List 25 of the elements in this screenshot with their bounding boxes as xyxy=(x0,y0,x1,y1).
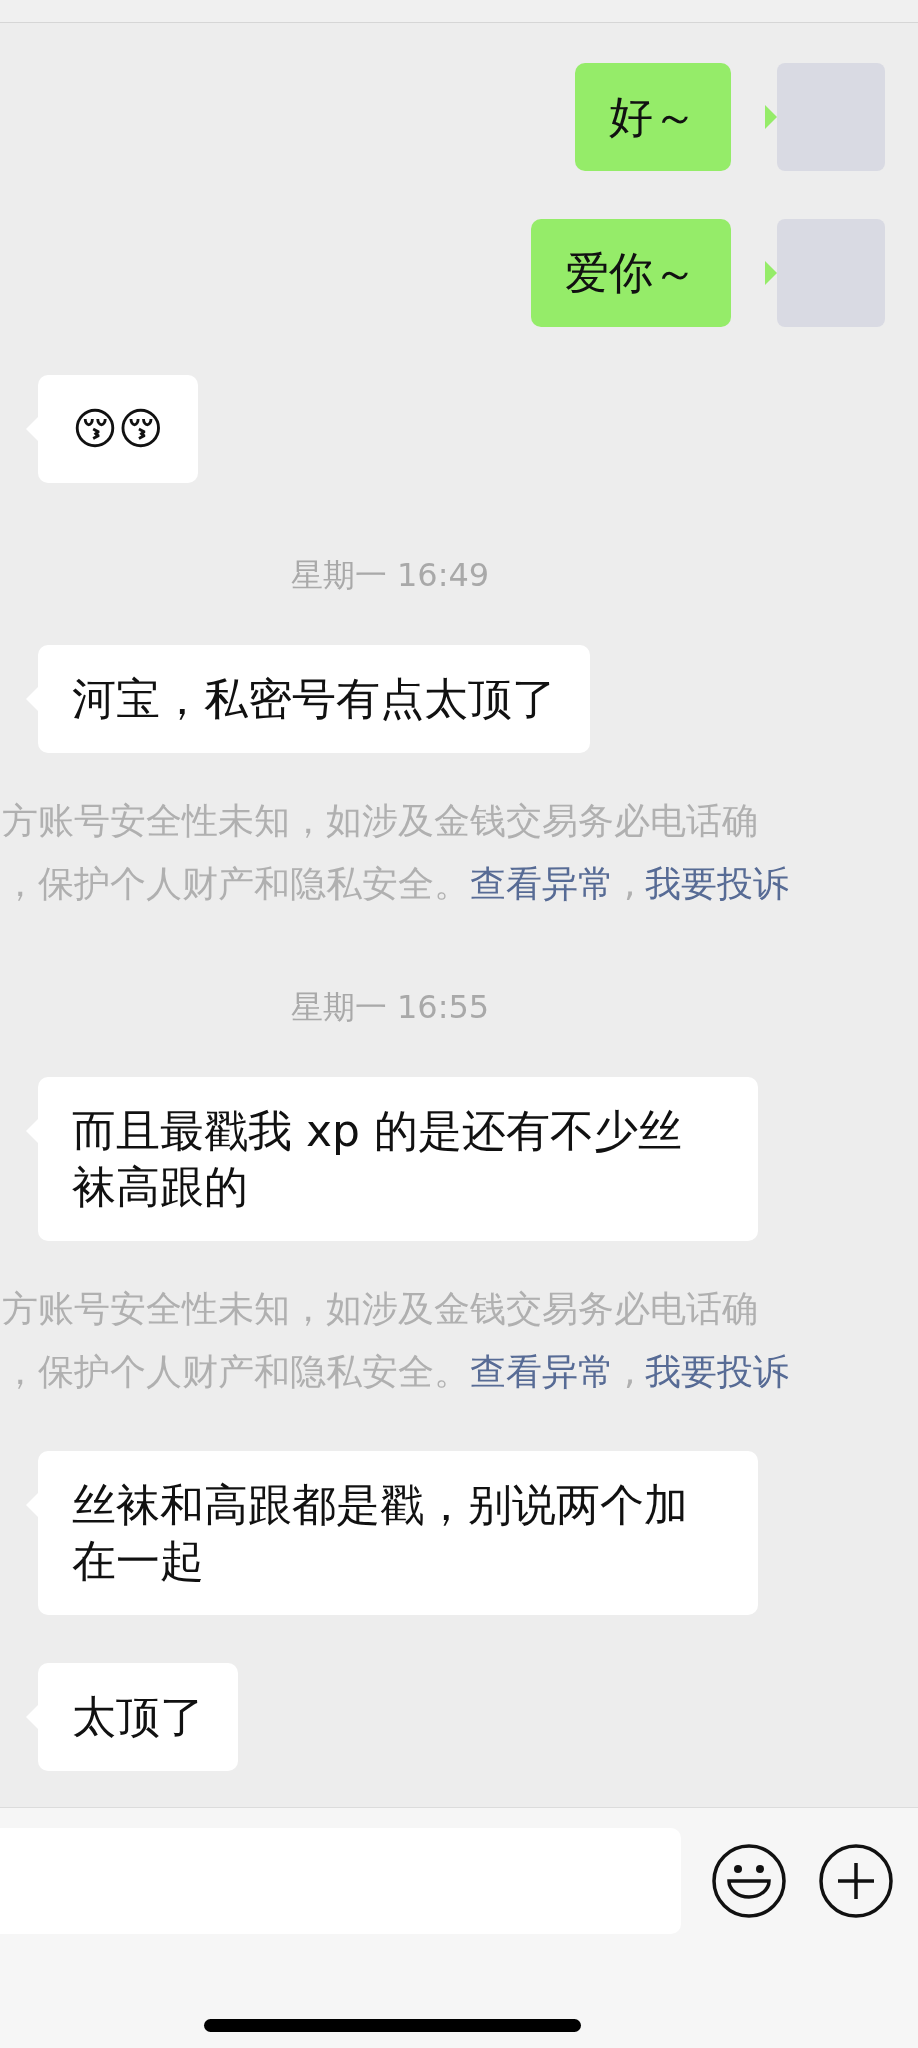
timestamp: 星期一 16:49 xyxy=(289,555,491,596)
smiley-icon xyxy=(711,1843,787,1919)
message-bubble: 河宝，私密号有点太顶了 xyxy=(38,645,590,753)
report-link[interactable]: 我要投诉 xyxy=(645,1351,790,1392)
message-bubble: 太顶了 xyxy=(38,1663,238,1771)
security-warning-text: ，保护个人财产和隐私安全。查看异常 , 我要投诉 xyxy=(2,862,791,906)
message-bubble: 好～ xyxy=(575,63,731,171)
security-warning-text: 方账号安全性未知，如涉及金钱交易务必电话确 xyxy=(2,1287,759,1331)
security-warning-text: 方账号安全性未知，如涉及金钱交易务必电话确 xyxy=(2,799,759,843)
security-warning-text: ，保护个人财产和隐私安全。查看异常 , 我要投诉 xyxy=(2,1350,791,1394)
message-bubble: 而且最戳我 xp 的是还有不少丝袜高跟的 xyxy=(38,1077,758,1241)
message-bubble: 😚😚 xyxy=(38,375,198,483)
add-button[interactable] xyxy=(818,1843,894,1919)
avatar-image[interactable] xyxy=(777,63,885,171)
separator-text: , xyxy=(623,1351,637,1392)
view-anomaly-link[interactable]: 查看异常 xyxy=(470,1351,614,1392)
emoji-button[interactable] xyxy=(711,1843,787,1919)
report-link[interactable]: 我要投诉 xyxy=(645,863,790,904)
view-anomaly-link[interactable]: 查看异常 xyxy=(470,863,614,904)
message-bubble: 丝袜和高跟都是戳，别说两个加在一起 xyxy=(38,1451,758,1615)
avatar-image[interactable] xyxy=(777,219,885,327)
plus-icon xyxy=(818,1843,894,1919)
separator-text: , xyxy=(623,863,637,904)
message-bubble: 爱你～ xyxy=(531,219,731,327)
timestamp: 星期一 16:55 xyxy=(289,987,491,1028)
